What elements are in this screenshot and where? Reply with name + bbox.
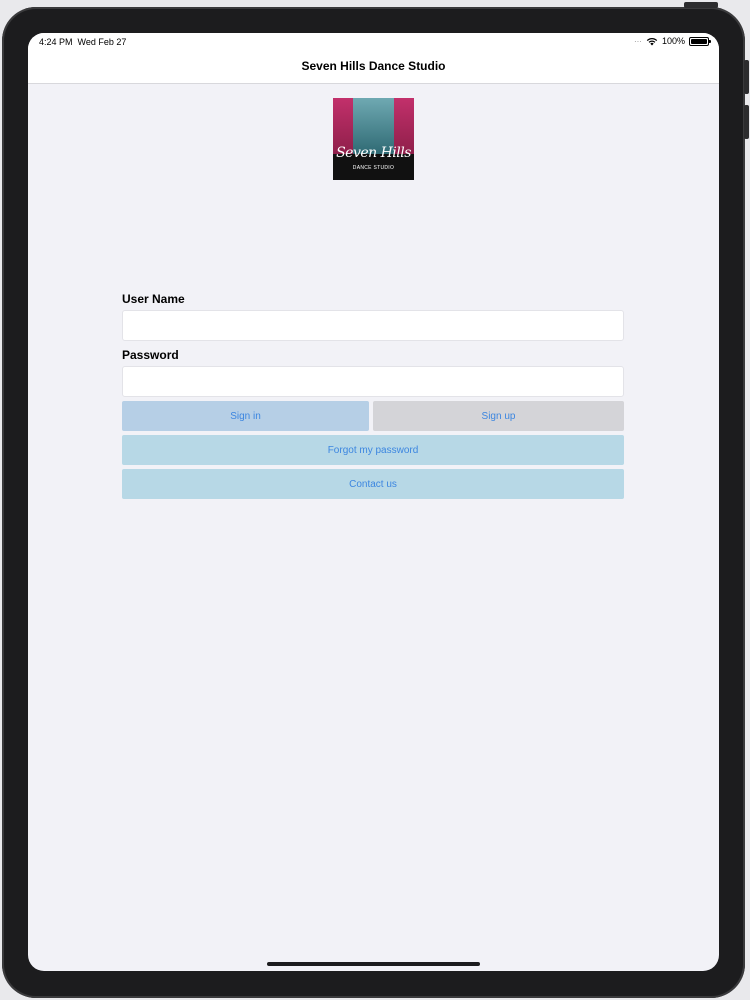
- logo-sub-text: DANCE STUDIO: [352, 165, 395, 171]
- login-form: User Name Password Sign in Sign up Forgo…: [122, 291, 624, 499]
- username-input[interactable]: [122, 310, 624, 341]
- volume-down-button: [744, 105, 749, 139]
- home-indicator[interactable]: [267, 962, 480, 966]
- battery-icon: [689, 36, 711, 46]
- status-indicators: ··· 100%: [633, 36, 711, 46]
- status-bar: 4:24 PM Wed Feb 27 ··· 100%: [28, 33, 719, 53]
- studio-logo: Seven Hills DANCE STUDIO: [333, 98, 414, 180]
- page-title: Seven Hills Dance Studio: [301, 59, 446, 73]
- multitasking-dots-icon: ···: [633, 36, 642, 46]
- screen: 4:24 PM Wed Feb 27 ··· 100% Seven Hills …: [28, 33, 719, 971]
- top-button: [684, 2, 718, 8]
- wifi-icon: [646, 37, 658, 45]
- password-input[interactable]: [122, 366, 624, 397]
- forgot-password-button[interactable]: Forgot my password: [122, 435, 624, 465]
- username-label: User Name: [122, 292, 185, 306]
- contact-us-button[interactable]: Contact us: [122, 469, 624, 499]
- sign-in-button[interactable]: Sign in: [122, 401, 369, 431]
- battery-percent: 100%: [661, 36, 685, 46]
- volume-up-button: [744, 60, 749, 94]
- logo-script-text: Seven Hills: [336, 145, 411, 161]
- password-label: Password: [122, 348, 179, 362]
- navigation-bar: Seven Hills Dance Studio: [28, 53, 719, 84]
- status-time-date: 4:24 PM Wed Feb 27: [39, 37, 127, 47]
- sign-up-button[interactable]: Sign up: [373, 401, 624, 431]
- auth-button-row: Sign in Sign up: [122, 401, 624, 431]
